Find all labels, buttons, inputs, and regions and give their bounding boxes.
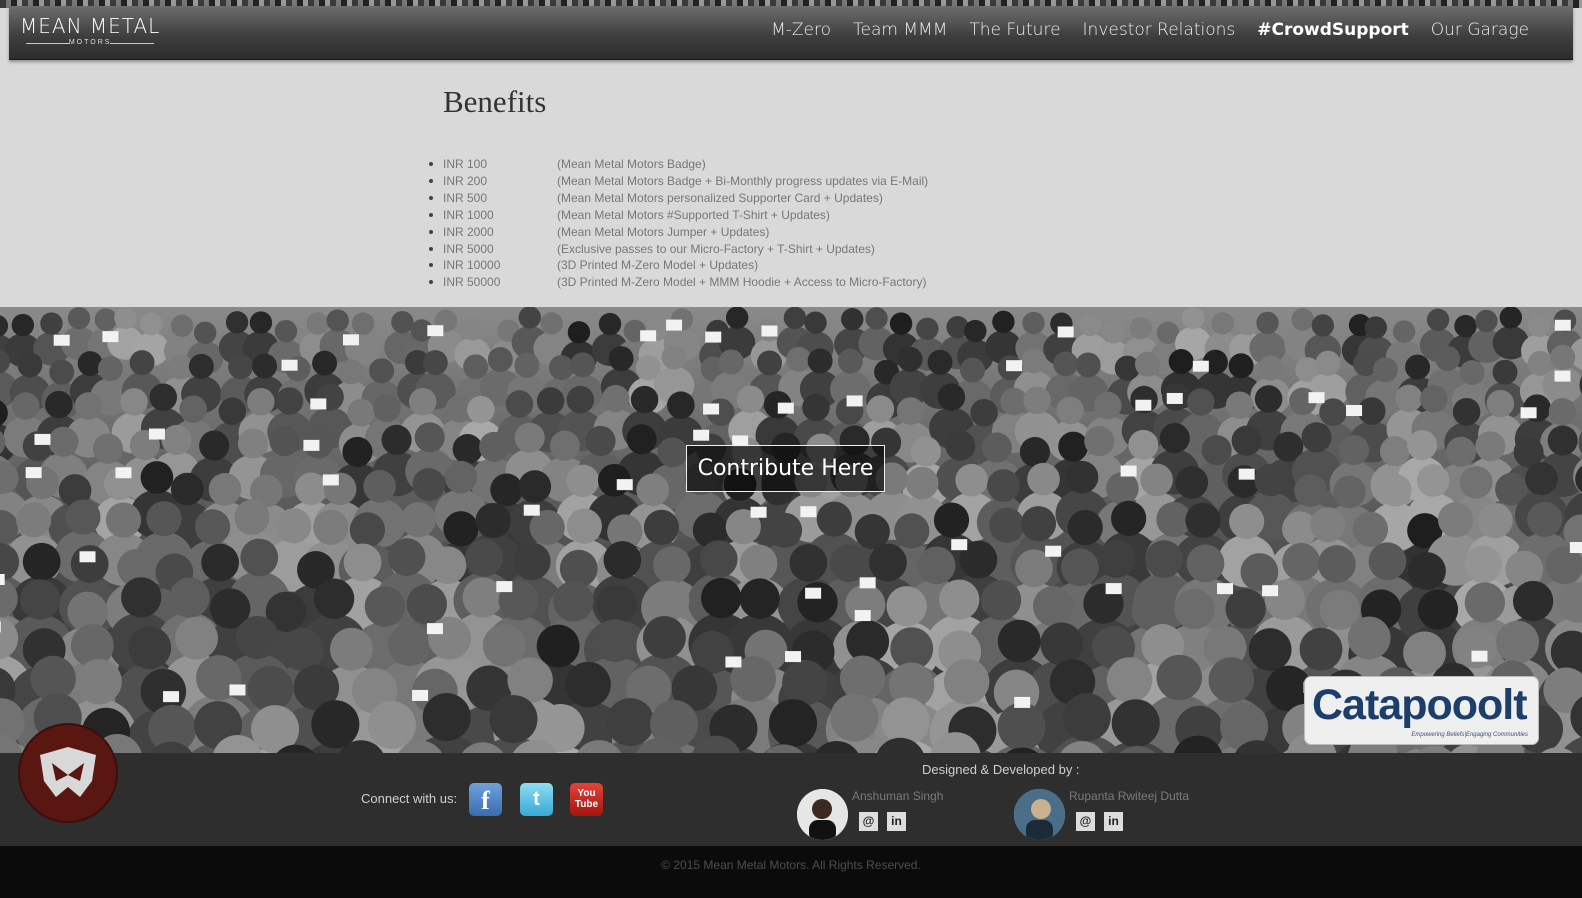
developer-avatar [797, 789, 848, 840]
benefits-list: INR 100 (Mean Metal Motors Badge) INR 200… [429, 156, 1143, 291]
youtube-icon[interactable]: You Tube [570, 783, 603, 816]
developer-avatar [1014, 789, 1065, 840]
benefit-description: (3D Printed M-Zero Model + Updates) [557, 258, 759, 273]
benefit-description: (Mean Metal Motors Jumper + Updates) [557, 224, 770, 239]
benefit-amount: INR 100 [443, 157, 488, 171]
email-icon[interactable]: @ [1076, 812, 1095, 831]
benefit-description: (Mean Metal Motors Badge) [557, 157, 706, 171]
benefit-item: INR 200 (Mean Metal Motors Badge + Bi-Mon… [429, 173, 1143, 190]
nav-link-m-zero[interactable]: M-Zero [771, 20, 831, 40]
email-icon[interactable]: @ [859, 812, 878, 831]
logo-main-text: MEAN METAL [20, 14, 161, 38]
nav-link-crowdsupport[interactable]: #CrowdSupport [1257, 20, 1409, 40]
benefits-title: Benefits [443, 84, 547, 119]
benefit-description: (Mean Metal Motors personalized Supporte… [557, 190, 883, 205]
benefit-amount: INR 500 [443, 190, 488, 205]
catapooolt-logo[interactable]: Catapooolt Empowering Beliefs|Engaging C… [1304, 676, 1539, 745]
benefit-amount: INR 1000 [443, 207, 494, 222]
linkedin-icon[interactable]: in [887, 812, 906, 831]
benefit-item: INR 5000 (Exclusive passes to our Micro-F… [429, 241, 1143, 258]
copyright-text: © 2015 Mean Metal Motors. All Rights Res… [661, 858, 921, 872]
facebook-icon[interactable]: f [469, 783, 502, 816]
twitter-icon[interactable]: t [520, 783, 553, 816]
nav-link-our-garage[interactable]: Our Garage [1431, 20, 1529, 40]
logo[interactable]: MEAN METAL MOTORS [20, 15, 160, 46]
benefit-item: INR 100 (Mean Metal Motors Badge) [429, 156, 1143, 173]
benefit-description: (3D Printed M-Zero Model + MMM Hoodie + … [557, 275, 927, 290]
navbar: MEAN METAL MOTORS M-Zero Team MMM The Fu… [9, 6, 1573, 60]
benefit-item: INR 500 (Mean Metal Motors personalized S… [429, 190, 1143, 207]
benefit-description: (Mean Metal Motors #Supported T-Shirt + … [557, 207, 830, 222]
catapooolt-tagline: Empowering Beliefs|Engaging Communities [1411, 732, 1528, 738]
benefit-description: (Mean Metal Motors Badge + Bi-Monthly pr… [557, 173, 929, 188]
developer-name: Anshuman Singh [852, 789, 944, 803]
benefit-item: INR 50000 (3D Printed M-Zero Model + MMM … [429, 274, 1143, 291]
main-nav: M-Zero Team MMM The Future Investor Rela… [771, 20, 1529, 40]
connect-label: Connect with us: [361, 791, 458, 806]
crowd-hero-banner: Contribute Here Catapooolt Empowering Be… [0, 307, 1582, 753]
benefit-item: INR 2000 (Mean Metal Motors Jumper + Upda… [429, 224, 1143, 241]
contribute-here-button[interactable]: Contribute Here [686, 445, 885, 492]
benefit-amount: INR 50000 [443, 275, 501, 290]
benefit-amount: INR 2000 [443, 224, 494, 239]
benefit-amount: INR 200 [443, 173, 488, 188]
designed-by-label: Designed & Developed by : [922, 762, 1080, 777]
benefit-amount: INR 10000 [443, 258, 501, 273]
nav-link-team-mmm[interactable]: Team MMM [853, 20, 947, 40]
developer-name: Rupanta Rwiteej Dutta [1069, 789, 1190, 803]
footer: Connect with us: f t You Tube Designed &… [0, 725, 1582, 846]
nav-link-investor-relations[interactable]: Investor Relations [1083, 20, 1236, 40]
catapooolt-logo-text: Catapooolt [1312, 681, 1528, 729]
logo-sub-text: MOTORS [20, 39, 160, 46]
benefit-item: INR 10000 (3D Printed M-Zero Model + Upda… [429, 257, 1143, 274]
copyright-bar: © 2015 Mean Metal Motors. All Rights Res… [0, 846, 1582, 898]
mmm-badge-icon[interactable] [20, 725, 116, 821]
benefits-section: Benefits INR 100 (Mean Metal Motors Badge… [429, 84, 1143, 291]
benefit-description: (Exclusive passes to our Micro-Factory +… [557, 241, 875, 256]
benefit-amount: INR 5000 [443, 241, 494, 256]
linkedin-icon[interactable]: in [1104, 812, 1123, 831]
nav-link-the-future[interactable]: The Future [969, 20, 1060, 40]
benefit-item: INR 1000 (Mean Metal Motors #Supported T-… [429, 207, 1143, 224]
